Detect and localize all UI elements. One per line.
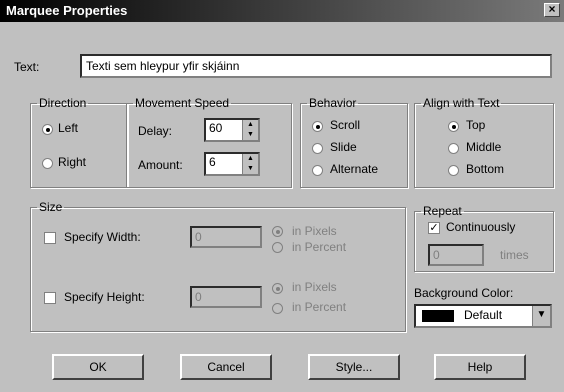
spin-up-icon[interactable]: ▲ <box>243 120 258 130</box>
align-bottom-label: Bottom <box>466 162 505 176</box>
continuously-label: Continuously <box>446 220 516 234</box>
direction-left-radio[interactable] <box>42 124 53 135</box>
height-percent-radio[interactable] <box>272 303 283 314</box>
spin-down-icon[interactable]: ▼ <box>243 130 258 140</box>
behavior-alternate-label: Alternate <box>330 162 379 176</box>
width-pixels-radio[interactable] <box>272 226 283 237</box>
movement-speed-legend: Movement Speed <box>135 96 230 110</box>
size-legend: Size <box>39 200 63 214</box>
height-percent-label: in Percent <box>292 300 347 314</box>
behavior-slide-radio[interactable] <box>312 143 323 154</box>
height-input[interactable]: 0 <box>190 286 262 308</box>
behavior-slide-label: Slide <box>330 140 357 154</box>
specify-width-checkbox[interactable] <box>44 232 56 244</box>
help-button[interactable]: Help <box>434 354 526 380</box>
text-input[interactable]: Texti sem hleypur yfir skjáinn <box>80 54 552 78</box>
delay-spinner[interactable]: 60 ▲ ▼ <box>204 118 260 142</box>
align-legend: Align with Text <box>423 96 500 110</box>
delay-spin-buttons[interactable]: ▲ ▼ <box>242 120 258 140</box>
chevron-down-icon[interactable]: ▼ <box>532 306 550 326</box>
amount-label: Amount: <box>138 158 183 172</box>
repeat-legend: Repeat <box>423 204 462 218</box>
direction-right-radio[interactable] <box>42 158 53 169</box>
align-top-radio[interactable] <box>448 121 459 132</box>
delay-value: 60 <box>209 121 223 135</box>
background-color-label: Background Color: <box>414 286 514 300</box>
repeat-count-input[interactable]: 0 <box>428 244 484 266</box>
check-mark-icon: ✓ <box>429 222 439 234</box>
specify-height-label: Specify Height: <box>64 290 145 304</box>
specify-width-label: Specify Width: <box>64 230 141 244</box>
background-color-value: Default <box>464 308 503 322</box>
text-label: Text: <box>14 60 40 74</box>
amount-spinner[interactable]: 6 ▲ ▼ <box>204 152 260 176</box>
width-input[interactable]: 0 <box>190 226 262 248</box>
direction-right-label: Right <box>58 155 87 169</box>
amount-spin-buttons[interactable]: ▲ ▼ <box>242 154 258 174</box>
width-percent-label: in Percent <box>292 240 347 254</box>
align-bottom-radio[interactable] <box>448 165 459 176</box>
align-middle-radio[interactable] <box>448 143 459 154</box>
height-pixels-radio[interactable] <box>272 283 283 294</box>
delay-label: Delay: <box>138 124 173 138</box>
behavior-scroll-radio[interactable] <box>312 121 323 132</box>
repeat-count-value: 0 <box>433 248 440 262</box>
direction-left-label: Left <box>58 121 79 135</box>
width-pixels-label: in Pixels <box>292 224 337 238</box>
spin-down-icon[interactable]: ▼ <box>243 164 258 174</box>
style-button[interactable]: Style... <box>308 354 400 380</box>
align-middle-label: Middle <box>466 140 502 154</box>
height-pixels-label: in Pixels <box>292 280 337 294</box>
times-label: times <box>500 248 529 262</box>
cancel-button[interactable]: Cancel <box>180 354 272 380</box>
behavior-scroll-label: Scroll <box>330 118 361 132</box>
size-group: Size <box>30 200 406 332</box>
continuously-checkbox[interactable]: ✓ <box>428 222 440 234</box>
behavior-legend: Behavior <box>309 96 357 110</box>
align-top-label: Top <box>466 118 486 132</box>
color-swatch <box>422 310 454 322</box>
direction-legend: Direction <box>39 96 87 110</box>
ok-button[interactable]: OK <box>52 354 144 380</box>
specify-height-checkbox[interactable] <box>44 292 56 304</box>
behavior-alternate-radio[interactable] <box>312 165 323 176</box>
spin-up-icon[interactable]: ▲ <box>243 154 258 164</box>
close-button[interactable]: × <box>544 3 560 17</box>
amount-value: 6 <box>209 155 216 169</box>
direction-group: Direction <box>30 96 128 188</box>
background-color-select[interactable]: Default ▼ <box>414 304 552 328</box>
window-title: Marquee Properties <box>6 3 128 18</box>
width-percent-radio[interactable] <box>272 242 283 253</box>
